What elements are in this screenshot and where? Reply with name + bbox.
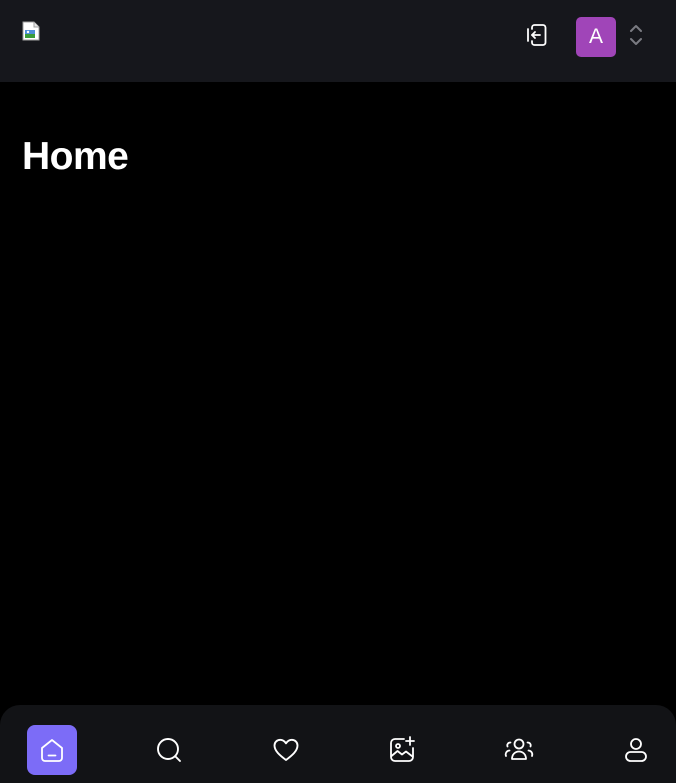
top-bar: A <box>0 0 676 82</box>
page-title: Home <box>22 135 129 178</box>
search-icon <box>154 735 184 765</box>
heart-icon <box>271 735 301 765</box>
switch-account-button[interactable] <box>521 22 551 52</box>
nav-item-add-image[interactable] <box>377 725 427 775</box>
nav-item-community[interactable] <box>494 725 544 775</box>
home-icon <box>37 735 67 765</box>
broken-logo-image[interactable] <box>22 21 42 41</box>
nav-item-favorites[interactable] <box>261 725 311 775</box>
bottom-navigation <box>0 705 676 783</box>
avatar[interactable]: A <box>576 17 616 57</box>
users-icon <box>503 735 535 765</box>
nav-item-search[interactable] <box>144 725 194 775</box>
account-menu-toggle[interactable] <box>625 23 647 51</box>
chevron-up-down-icon <box>627 21 645 54</box>
login-switch-icon <box>522 21 550 54</box>
nav-item-profile[interactable] <box>611 725 661 775</box>
image-add-icon <box>387 735 417 765</box>
nav-item-home[interactable] <box>27 725 77 775</box>
user-icon <box>621 735 651 765</box>
